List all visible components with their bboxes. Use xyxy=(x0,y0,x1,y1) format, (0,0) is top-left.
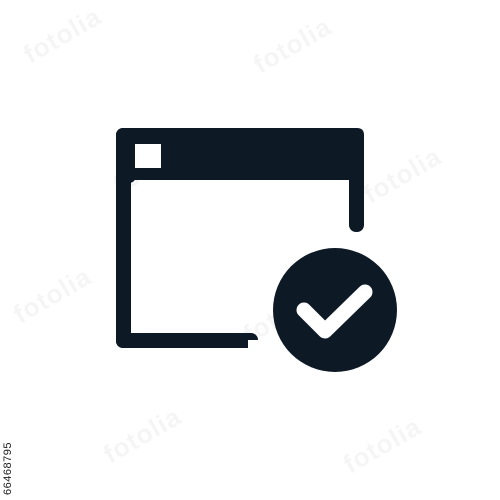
window-check-icon xyxy=(116,128,397,372)
check-badge xyxy=(273,248,397,372)
window-bottom-frame xyxy=(116,333,258,348)
window-control-square xyxy=(135,144,161,168)
stock-id-label: 66468795 xyxy=(2,442,14,495)
window-right-frame xyxy=(349,170,364,232)
window-bottom-notch xyxy=(248,340,270,350)
icon-canvas: fotolia fotolia fotolia fotolia fotolia … xyxy=(0,0,500,500)
window-top-cap xyxy=(116,128,136,183)
